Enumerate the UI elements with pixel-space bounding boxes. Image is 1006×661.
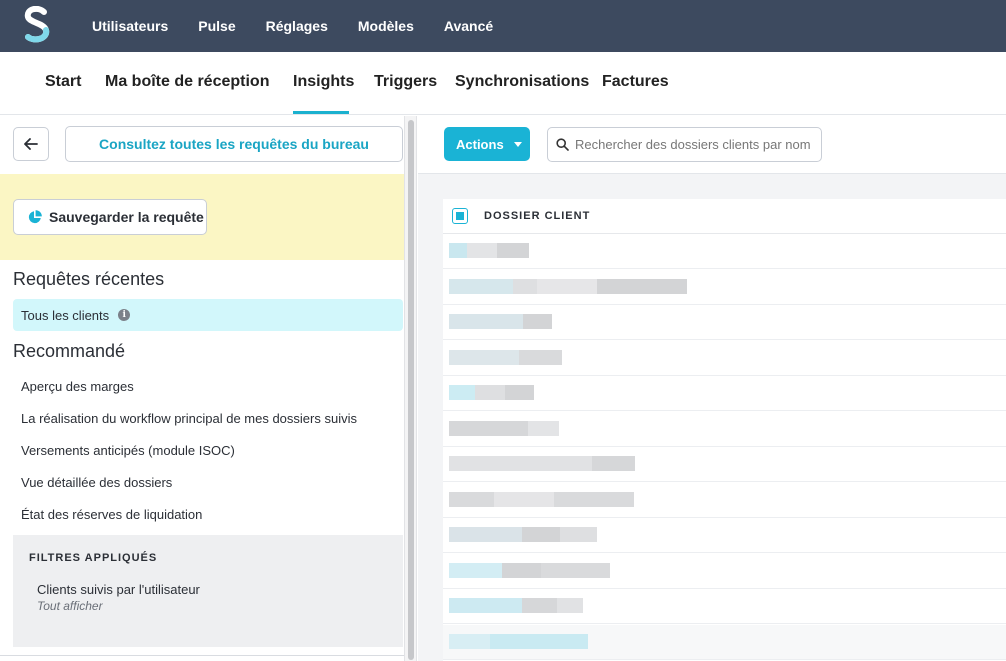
redacted-client-name (449, 527, 597, 542)
table-row[interactable] (443, 411, 1006, 447)
table-row[interactable] (443, 589, 1006, 624)
applied-filters-title: FILTRES APPLIQUÉS (29, 552, 158, 564)
search-icon (556, 138, 569, 151)
save-query-button[interactable]: Sauvegarder la requête (13, 199, 207, 235)
pie-chart-icon (28, 210, 42, 224)
save-query-area: Sauvegarder la requête (0, 174, 404, 260)
client-search-box[interactable] (547, 127, 822, 162)
recent-queries-title: Requêtes récentes (13, 269, 165, 289)
redacted-client-name (449, 420, 559, 436)
caret-down-icon (513, 141, 522, 147)
redacted-client-name (449, 278, 687, 294)
table-row[interactable] (443, 482, 1006, 518)
recommended-item[interactable]: Aperçu des marges (21, 379, 134, 394)
sub-navigation-tabs: Start Ma boîte de réception Insights Tri… (0, 52, 1006, 115)
back-button[interactable] (13, 127, 49, 161)
tab-invoices[interactable]: Factures (602, 73, 669, 91)
redacted-client-name (449, 349, 562, 365)
tab-inbox[interactable]: Ma boîte de réception (105, 73, 269, 91)
query-sidebar: Consultez toutes les requêtes du bureau … (0, 116, 404, 661)
divider (0, 655, 404, 656)
column-header-client-file[interactable]: DOSSIER CLIENT (484, 210, 590, 222)
recommended-item[interactable]: La réalisation du workflow principal de … (21, 411, 357, 426)
redacted-client-name (449, 243, 529, 258)
tab-synchronisations[interactable]: Synchronisations (455, 73, 589, 91)
select-all-checkbox[interactable] (452, 208, 468, 224)
table-row[interactable] (443, 518, 1006, 553)
table-header: DOSSIER CLIENT (443, 199, 1006, 234)
active-tab-indicator (293, 111, 349, 114)
arrow-left-icon (24, 138, 38, 150)
recent-query-label: Tous les clients (21, 307, 110, 323)
table-row[interactable] (443, 447, 1006, 482)
top-navigation-bar: Utilisateurs Pulse Réglages Modèles Avan… (0, 0, 1006, 52)
info-icon[interactable]: i (118, 309, 131, 321)
client-files-table: DOSSIER CLIENT (443, 199, 1006, 661)
redacted-client-name (449, 314, 552, 329)
redacted-client-name (449, 562, 610, 578)
app-logo-icon[interactable] (24, 5, 50, 44)
topnav-users[interactable]: Utilisateurs (92, 18, 168, 34)
tab-triggers[interactable]: Triggers (374, 73, 437, 91)
filter-name[interactable]: Clients suivis par l'utilisateur (37, 582, 200, 597)
applied-filters-panel: FILTRES APPLIQUÉS Clients suivis par l'u… (13, 535, 403, 647)
table-row[interactable] (443, 340, 1006, 376)
redacted-client-name (449, 456, 635, 471)
actions-dropdown-button[interactable]: Actions (444, 127, 530, 161)
search-input[interactable] (575, 137, 815, 152)
recommended-item[interactable]: État des réserves de liquidation (21, 507, 202, 522)
view-all-office-queries-button[interactable]: Consultez toutes les requêtes du bureau (65, 126, 403, 162)
table-row[interactable] (443, 234, 1006, 269)
topnav-settings[interactable]: Réglages (266, 18, 328, 34)
topnav-pulse[interactable]: Pulse (198, 18, 235, 34)
table-row[interactable] (443, 269, 1006, 305)
redacted-client-name (449, 598, 583, 613)
tab-start[interactable]: Start (45, 73, 81, 91)
actions-label: Actions (456, 136, 504, 152)
topnav-advanced[interactable]: Avancé (444, 18, 493, 34)
table-row[interactable] (443, 553, 1006, 589)
scrollbar-thumb[interactable] (408, 120, 414, 660)
redacted-client-name (449, 491, 634, 507)
table-row[interactable] (443, 376, 1006, 411)
recommended-title: Recommandé (13, 341, 126, 361)
sidebar-scrollbar[interactable] (404, 116, 417, 661)
filter-value: Tout afficher (37, 599, 103, 613)
recent-query-all-clients[interactable]: Tous les clients i (13, 299, 403, 331)
recommended-item[interactable]: Versements anticipés (module ISOC) (21, 443, 235, 458)
results-panel: Actions DOSSIER CLIENT (418, 116, 1006, 661)
table-row[interactable] (443, 624, 1006, 660)
tab-insights[interactable]: Insights (293, 73, 354, 91)
recommended-item[interactable]: Vue détaillée des dossiers (21, 475, 172, 490)
save-query-label: Sauvegarder la requête (49, 209, 204, 225)
redacted-client-name (449, 385, 534, 400)
results-toolbar: Actions (418, 116, 1006, 174)
table-row[interactable] (443, 305, 1006, 340)
topnav-templates[interactable]: Modèles (358, 18, 414, 34)
redacted-client-name (449, 633, 588, 649)
